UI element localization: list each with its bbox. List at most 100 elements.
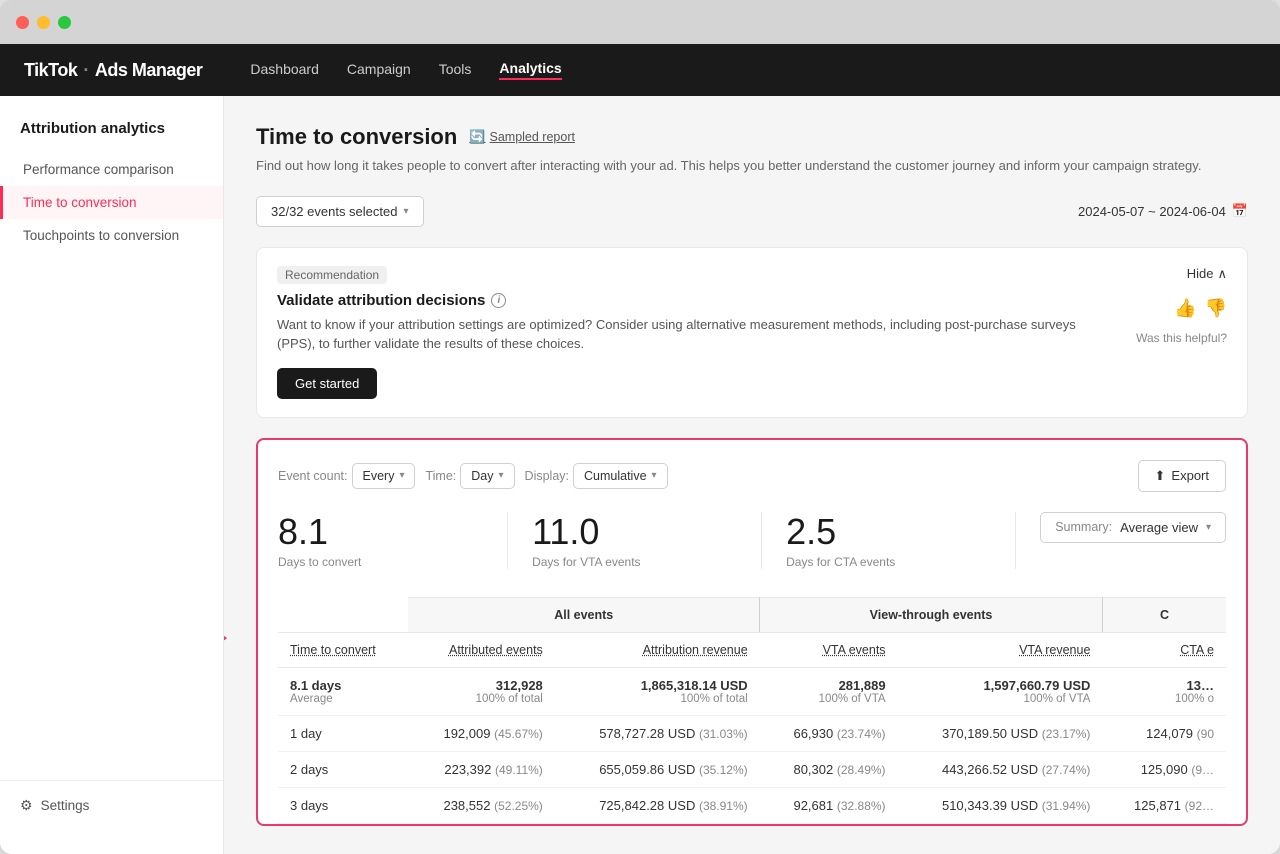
all-events-header: All events: [408, 598, 759, 633]
table-col-header-row: Time to convert Attributed events Attrib…: [278, 633, 1226, 668]
time-dropdown[interactable]: Day ▾: [460, 463, 514, 489]
summary-cta: 13… 100% o: [1102, 668, 1226, 716]
cta-events-header: C: [1102, 598, 1226, 633]
export-icon: ⬆: [1155, 468, 1166, 484]
sidebar: Attribution analytics Performance compar…: [0, 96, 224, 854]
hide-button[interactable]: Hide ∧: [1187, 266, 1227, 282]
logo-dot: ·: [83, 60, 89, 81]
thumbs-up-button[interactable]: 👍: [1174, 298, 1196, 319]
content-area: Time to conversion 🔄 Sampled report Find…: [224, 96, 1280, 854]
date-range: 2024-05-07 ~ 2024-06-04 📅: [1078, 203, 1248, 219]
display-filter: Display: Cumulative ▾: [525, 463, 668, 489]
row1-cta: 124,079 (90: [1102, 716, 1226, 752]
chevron-down-icon: ▾: [499, 470, 504, 481]
row2-vta-events: 80,302 (28.49%): [760, 752, 898, 788]
ads-manager-label: Ads Manager: [95, 60, 203, 81]
chevron-down-icon: ▾: [399, 470, 404, 481]
row3-vta-events: 92,681 (32.88%): [760, 788, 898, 824]
table-row: 3 days 238,552 (52.25%) 725,842.28 USD (…: [278, 788, 1226, 824]
close-btn[interactable]: [16, 16, 29, 29]
nav-analytics[interactable]: Analytics: [499, 60, 561, 80]
events-dropdown[interactable]: 32/32 events selected ▾: [256, 196, 424, 227]
col-time-to-convert: Time to convert: [278, 633, 408, 668]
summary-dropdown[interactable]: Summary: Average view ▾: [1040, 512, 1226, 543]
table-row: 2 days 223,392 (49.11%) 655,059.86 USD (…: [278, 752, 1226, 788]
event-count-filter: Event count: Every ▾: [278, 463, 415, 489]
col-attribution-revenue: Attribution revenue: [555, 633, 760, 668]
nav-dashboard[interactable]: Dashboard: [250, 61, 319, 79]
data-table: All events View-through events C Time to…: [278, 597, 1226, 824]
view-through-events-header: View-through events: [760, 598, 1103, 633]
row2-cta: 125,090 (9…: [1102, 752, 1226, 788]
summary-time: 8.1 days Average: [278, 668, 408, 716]
row2-time: 2 days: [278, 752, 408, 788]
sidebar-section-title: Attribution analytics: [0, 120, 223, 153]
row2-events: 223,392 (49.11%): [408, 752, 555, 788]
row1-vta-events: 66,930 (23.74%): [760, 716, 898, 752]
stat-days-vta: 11.0 Days for VTA events: [532, 512, 762, 570]
sampled-report-badge[interactable]: 🔄 Sampled report: [469, 129, 575, 145]
data-card: → Event count: Every ▾ Time:: [256, 438, 1248, 827]
window-titlebar: [0, 0, 1280, 44]
table-summary-row: 8.1 days Average 312,928 100% of total 1…: [278, 668, 1226, 716]
col-attributed-events: Attributed events: [408, 633, 555, 668]
page-header: Time to conversion 🔄 Sampled report: [256, 124, 1248, 150]
time-filter: Time: Day ▾: [425, 463, 514, 489]
page-subtitle: Find out how long it takes people to con…: [256, 156, 1248, 176]
row3-time: 3 days: [278, 788, 408, 824]
maximize-btn[interactable]: [58, 16, 71, 29]
event-count-dropdown[interactable]: Every ▾: [352, 463, 416, 489]
arrow-indicator: →: [224, 611, 234, 653]
get-started-button[interactable]: Get started: [277, 368, 377, 399]
chevron-down-icon: ▾: [403, 206, 408, 217]
chevron-up-icon: ∧: [1217, 266, 1227, 282]
page-title: Time to conversion: [256, 124, 457, 150]
row1-time: 1 day: [278, 716, 408, 752]
col-vta-events: VTA events: [760, 633, 898, 668]
recommendation-title: Validate attribution decisions i: [277, 292, 1227, 309]
info-icon: 🔄: [469, 129, 485, 145]
row3-revenue: 725,842.28 USD (38.91%): [555, 788, 760, 824]
col-cta-events: CTA e: [1102, 633, 1226, 668]
summary-vta-revenue: 1,597,660.79 USD 100% of VTA: [898, 668, 1103, 716]
nav-campaign[interactable]: Campaign: [347, 61, 411, 79]
row2-vta-revenue: 443,266.52 USD (27.74%): [898, 752, 1103, 788]
sidebar-item-time-to-conversion[interactable]: Time to conversion: [0, 186, 223, 219]
chevron-down-icon: ▾: [1206, 522, 1211, 533]
row3-vta-revenue: 510,343.39 USD (31.94%): [898, 788, 1103, 824]
empty-col-header: [278, 598, 408, 633]
tiktok-logo-text: TikTok: [24, 60, 77, 81]
row1-vta-revenue: 370,189.50 USD (23.17%): [898, 716, 1103, 752]
row1-revenue: 578,727.28 USD (31.03%): [555, 716, 760, 752]
settings-button[interactable]: ⚙ Settings: [0, 780, 223, 830]
minimize-btn[interactable]: [37, 16, 50, 29]
sidebar-item-performance[interactable]: Performance comparison: [0, 153, 223, 186]
filter-group: Event count: Every ▾ Time: Day ▾: [278, 463, 668, 489]
table-row: 1 day 192,009 (45.67%) 578,727.28 USD (3…: [278, 716, 1226, 752]
nav-tools[interactable]: Tools: [439, 61, 472, 79]
settings-icon: ⚙: [20, 797, 33, 814]
info-icon: i: [491, 293, 506, 308]
summary-vta-events: 281,889 100% of VTA: [760, 668, 898, 716]
row2-revenue: 655,059.86 USD (35.12%): [555, 752, 760, 788]
chevron-down-icon: ▾: [652, 470, 657, 481]
nav-links: Dashboard Campaign Tools Analytics: [250, 60, 561, 80]
display-dropdown[interactable]: Cumulative ▾: [573, 463, 668, 489]
recommendation-actions: Hide ∧ 👍 👎 Was this helpful?: [1136, 266, 1227, 345]
summary-control: Summary: Average view ▾: [1040, 512, 1226, 543]
export-button[interactable]: ⬆ Export: [1138, 460, 1226, 492]
stats-row: 8.1 Days to convert 11.0 Days for VTA ev…: [278, 512, 1226, 570]
row1-events: 192,009 (45.67%): [408, 716, 555, 752]
controls-row: 32/32 events selected ▾ 2024-05-07 ~ 202…: [256, 196, 1248, 227]
row3-cta: 125,871 (92…: [1102, 788, 1226, 824]
table-group-header-row: All events View-through events C: [278, 598, 1226, 633]
col-vta-revenue: VTA revenue: [898, 633, 1103, 668]
was-helpful-label: Was this helpful?: [1136, 331, 1227, 345]
sidebar-item-touchpoints[interactable]: Touchpoints to conversion: [0, 219, 223, 252]
recommendation-card: Recommendation Validate attribution deci…: [256, 247, 1248, 418]
filter-row: Event count: Every ▾ Time: Day ▾: [278, 460, 1226, 492]
top-navigation: TikTok · Ads Manager Dashboard Campaign …: [0, 44, 1280, 96]
thumbs-down-button[interactable]: 👎: [1205, 298, 1227, 319]
logo: TikTok · Ads Manager: [24, 60, 202, 81]
calendar-icon[interactable]: 📅: [1232, 203, 1248, 219]
